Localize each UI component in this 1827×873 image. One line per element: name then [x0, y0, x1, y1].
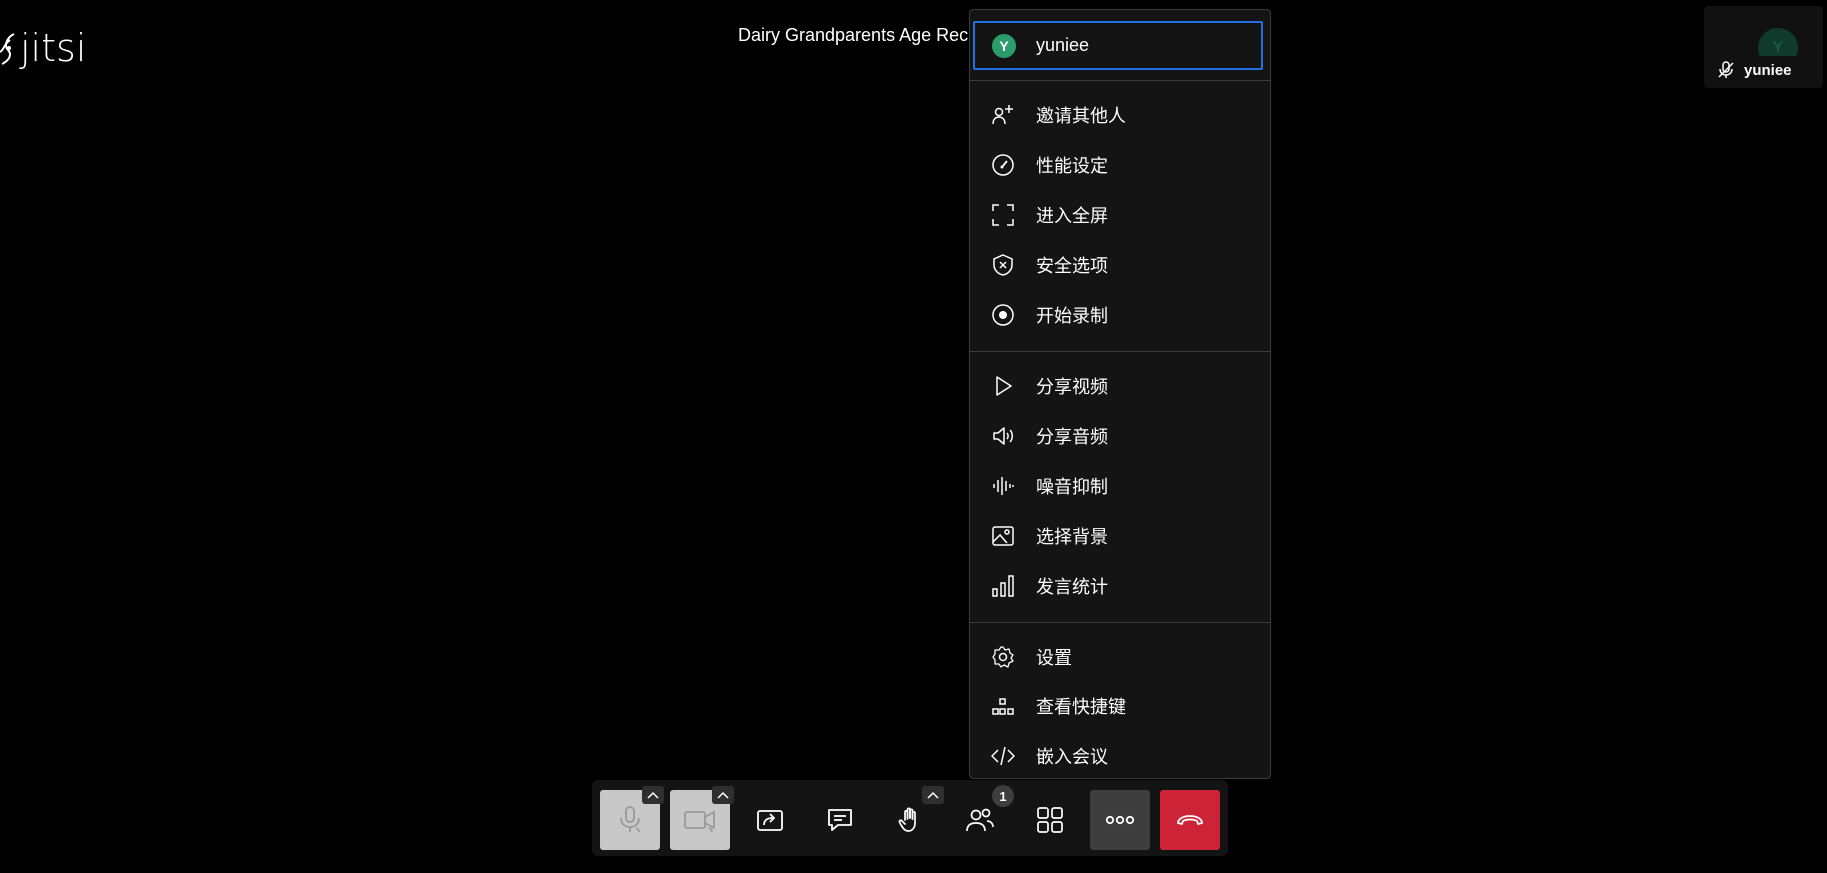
hangup-icon — [1177, 815, 1203, 825]
record-icon — [990, 302, 1016, 328]
menu-item-share-video[interactable]: 分享视频 — [970, 364, 1270, 408]
menu-item-label: 性能设定 — [1036, 156, 1108, 176]
gear-icon — [990, 644, 1016, 670]
menu-item-label: 嵌入会议 — [1036, 747, 1108, 767]
toolbar: 1 — [592, 780, 1228, 856]
more-horizontal-icon — [1105, 815, 1135, 825]
shield-icon — [990, 252, 1016, 278]
share-screen-button[interactable] — [740, 790, 800, 850]
menu-item-label: 选择背景 — [1036, 527, 1108, 547]
menu-item-performance[interactable]: 性能设定 — [970, 143, 1270, 187]
menu-item-label: 邀请其他人 — [1036, 106, 1126, 126]
speaker-icon — [990, 423, 1016, 449]
profile-name: yuniee — [1036, 35, 1090, 55]
fullscreen-icon — [990, 202, 1016, 228]
raise-hand-icon — [898, 807, 916, 832]
menu-item-fullscreen[interactable]: 进入全屏 — [970, 193, 1270, 237]
menu-item-label: 噪音抑制 — [1036, 477, 1108, 497]
menu-divider — [970, 622, 1270, 623]
menu-item-invite[interactable]: 邀请其他人 — [970, 93, 1270, 137]
profile-button[interactable]: Y yuniee — [973, 21, 1263, 70]
thumbnail-name-tag: yuniee — [1710, 56, 1802, 84]
participants-count-badge: 1 — [992, 785, 1014, 807]
menu-item-label: 安全选项 — [1036, 256, 1108, 276]
meeting-stage: jitsi Dairy Grandparents Age Reck Y yuni… — [0, 0, 1827, 873]
image-icon — [990, 523, 1016, 549]
tile-view-button[interactable] — [1020, 790, 1080, 850]
menu-item-label: 进入全屏 — [1036, 206, 1108, 226]
logo-mark-icon — [0, 33, 15, 65]
bar-chart-icon — [990, 573, 1016, 599]
more-options-button[interactable] — [1090, 790, 1150, 850]
video-settings-caret[interactable] — [712, 786, 734, 804]
code-icon — [990, 743, 1016, 769]
menu-item-label: 发言统计 — [1036, 577, 1108, 597]
tile-view-icon — [1037, 807, 1063, 833]
camera-muted-icon — [684, 810, 715, 833]
mic-muted-icon — [1718, 61, 1734, 78]
keyboard-shortcuts-icon — [990, 693, 1016, 719]
menu-item-noise-suppression[interactable]: 噪音抑制 — [970, 464, 1270, 508]
menu-item-label: 开始录制 — [1036, 306, 1108, 326]
reactions-caret[interactable] — [922, 786, 944, 804]
menu-item-security[interactable]: 安全选项 — [970, 243, 1270, 287]
menu-item-embed[interactable]: 嵌入会议 — [970, 734, 1270, 778]
participants-icon — [966, 808, 994, 832]
jitsi-logo: jitsi — [0, 26, 86, 70]
overflow-menu: Y yuniee 邀请其他人 性能设定 进入全屏 安全选项 开始录制 分享视频 … — [969, 9, 1271, 779]
menu-item-label: 分享音频 — [1036, 427, 1108, 447]
menu-item-record[interactable]: 开始录制 — [970, 293, 1270, 337]
menu-item-shortcuts[interactable]: 查看快捷键 — [970, 684, 1270, 728]
menu-divider — [970, 351, 1270, 352]
play-icon — [990, 373, 1016, 399]
menu-divider — [970, 80, 1270, 81]
add-user-icon — [990, 102, 1016, 128]
gauge-icon — [990, 152, 1016, 178]
chevron-up-icon — [717, 791, 729, 799]
menu-item-label: 查看快捷键 — [1036, 697, 1126, 717]
logo-text: jitsi — [20, 26, 87, 70]
chevron-up-icon — [647, 791, 659, 799]
thumbnail-name: yuniee — [1744, 61, 1792, 79]
local-video-thumbnail[interactable]: Y yuniee — [1704, 6, 1823, 88]
meeting-title: Dairy Grandparents Age Reck — [738, 25, 978, 45]
chat-icon — [828, 809, 852, 831]
menu-item-label: 设置 — [1036, 648, 1072, 668]
profile-avatar: Y — [992, 33, 1016, 58]
waveform-icon — [990, 473, 1016, 499]
chevron-up-icon — [927, 791, 939, 799]
menu-item-settings[interactable]: 设置 — [970, 635, 1270, 679]
share-screen-icon — [757, 810, 783, 831]
mic-muted-icon — [620, 806, 640, 833]
chat-button[interactable] — [810, 790, 870, 850]
menu-item-label: 分享视频 — [1036, 377, 1108, 397]
menu-item-share-audio[interactable]: 分享音频 — [970, 414, 1270, 458]
menu-item-speaker-stats[interactable]: 发言统计 — [970, 564, 1270, 608]
menu-item-background[interactable]: 选择背景 — [970, 514, 1270, 558]
hangup-button[interactable] — [1160, 790, 1220, 850]
audio-settings-caret[interactable] — [642, 786, 664, 804]
